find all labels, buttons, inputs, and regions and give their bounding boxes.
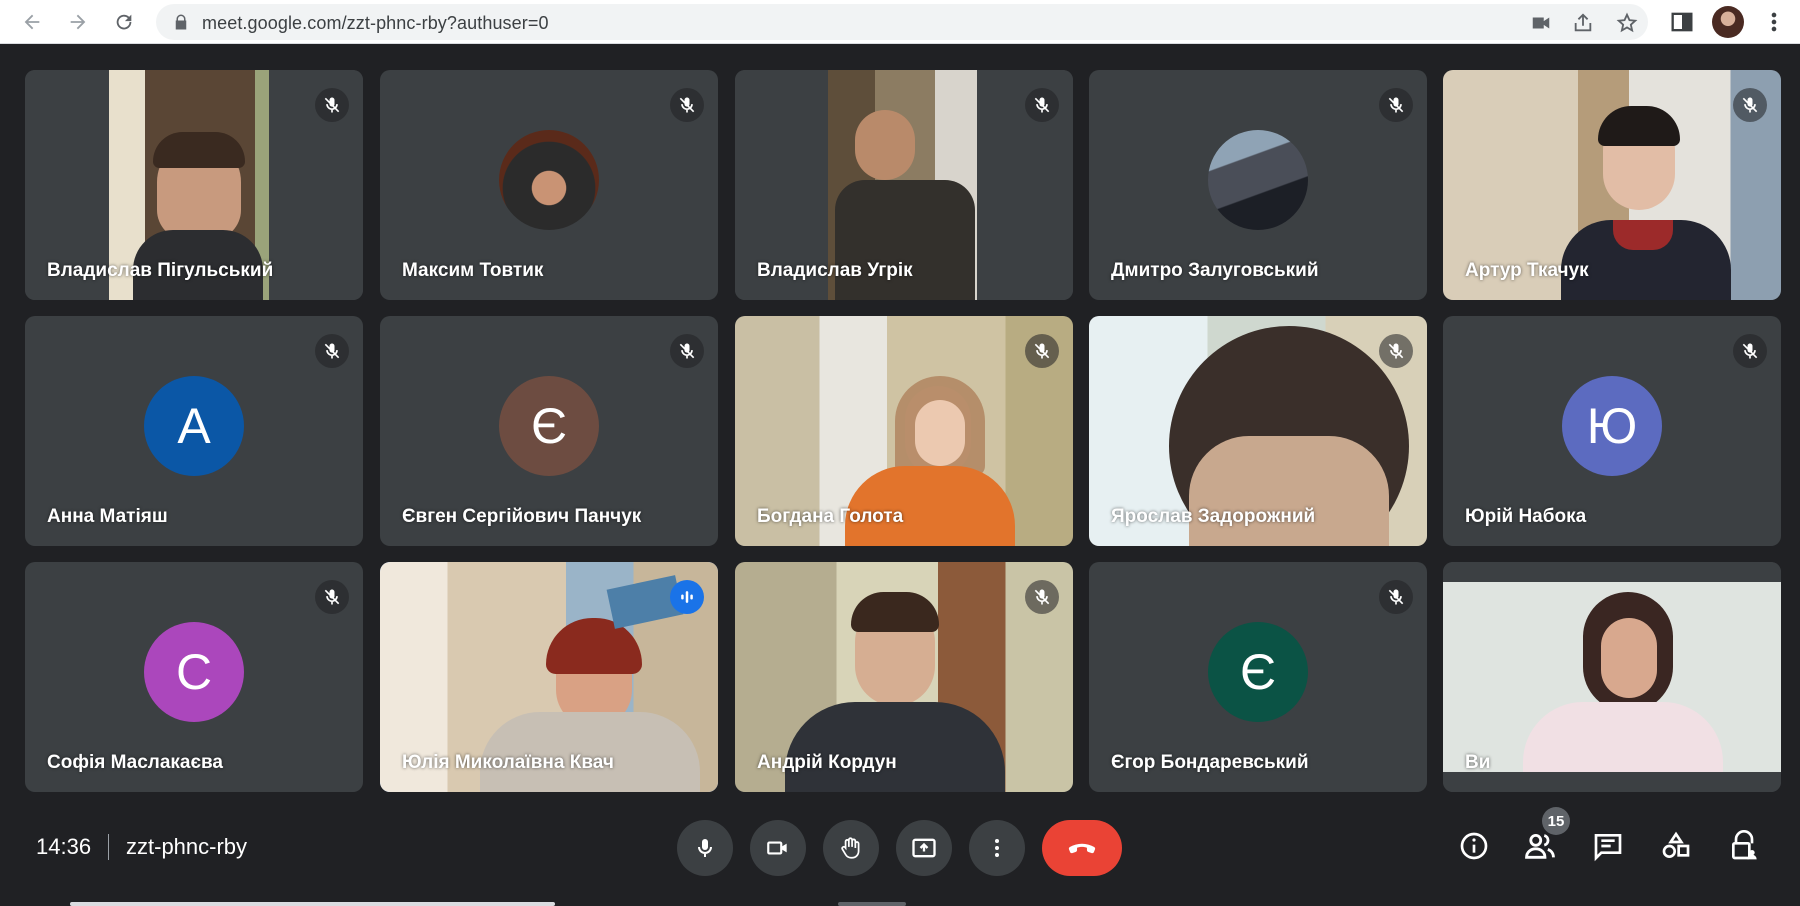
mic-off-icon bbox=[1379, 88, 1413, 122]
participant-photo bbox=[1208, 130, 1308, 231]
call-end-icon bbox=[1068, 843, 1096, 854]
participant-avatar: Є bbox=[1208, 622, 1308, 723]
participant-name: Богдана Голота bbox=[757, 506, 904, 527]
url-text: meet.google.com/zzt-phnc-rby?authuser=0 bbox=[202, 13, 549, 33]
host-controls-button[interactable] bbox=[1726, 828, 1762, 864]
participant-name: Софія Маслакаєва bbox=[47, 752, 223, 773]
participant-tile-self[interactable]: Ви bbox=[1443, 562, 1781, 792]
mic-off-icon bbox=[1379, 334, 1413, 368]
divider bbox=[108, 834, 109, 860]
participant-tile[interactable]: Є Євген Сергійович Панчук bbox=[380, 316, 718, 546]
scrollbar-thumb[interactable] bbox=[838, 902, 906, 906]
horizontal-scrollbar[interactable] bbox=[70, 902, 555, 906]
participant-name: Ви bbox=[1465, 752, 1491, 773]
mic-off-icon bbox=[670, 88, 704, 122]
participant-name: Артур Ткачук bbox=[1465, 260, 1589, 281]
mic-off-icon bbox=[1025, 580, 1059, 614]
participant-name: Ярослав Задорожний bbox=[1111, 506, 1316, 527]
participant-tile[interactable]: A Анна Матіяш bbox=[25, 316, 363, 546]
lock-icon[interactable] bbox=[172, 13, 190, 31]
lock-person-icon bbox=[1732, 830, 1757, 860]
mic-off-icon bbox=[1025, 88, 1059, 122]
address-bar[interactable]: meet.google.com/zzt-phnc-rby?authuser=0 bbox=[156, 4, 1648, 40]
participant-tile-speaking[interactable]: Юлія Миколаївна Квач bbox=[380, 562, 718, 792]
mic-button[interactable] bbox=[677, 820, 733, 876]
bookmark-star-icon[interactable] bbox=[1616, 12, 1638, 34]
participant-photo bbox=[499, 130, 599, 231]
mic-off-icon bbox=[1025, 334, 1059, 368]
activities-button[interactable] bbox=[1658, 828, 1694, 864]
participant-name: Дмитро Залуговський bbox=[1111, 260, 1319, 281]
participant-tile[interactable]: Ярослав Задорожний bbox=[1089, 316, 1427, 546]
participant-tile[interactable]: Богдана Голота bbox=[735, 316, 1073, 546]
chat-button[interactable] bbox=[1590, 828, 1626, 864]
participant-name: Єгор Бондаревський bbox=[1111, 752, 1309, 773]
mic-off-icon bbox=[1379, 580, 1413, 614]
leave-call-button[interactable] bbox=[1042, 820, 1122, 876]
present-screen-button[interactable] bbox=[896, 820, 952, 876]
profile-avatar[interactable] bbox=[1712, 6, 1744, 38]
participant-avatar: Ю bbox=[1562, 376, 1662, 477]
participant-name: Юлія Миколаївна Квач bbox=[402, 752, 614, 773]
participants-count-badge: 15 bbox=[1542, 807, 1570, 835]
mic-off-icon bbox=[315, 88, 349, 122]
forward-icon[interactable] bbox=[64, 8, 92, 36]
mic-off-icon bbox=[315, 580, 349, 614]
more-vert-icon[interactable] bbox=[1760, 8, 1788, 36]
participant-name: Владислав Угрік bbox=[757, 260, 913, 281]
participant-name: Євген Сергійович Панчук bbox=[402, 506, 642, 527]
back-icon[interactable] bbox=[18, 8, 46, 36]
meeting-controls-bar: 14:36 zzt-phnc-rby 15 bbox=[0, 800, 1800, 906]
hand-icon bbox=[841, 837, 860, 859]
participant-tile[interactable]: Ю Юрій Набока bbox=[1443, 316, 1781, 546]
chat-icon bbox=[1594, 834, 1622, 862]
participant-tile[interactable]: Максим Товтик bbox=[380, 70, 718, 300]
participant-tile[interactable]: Дмитро Залуговський bbox=[1089, 70, 1427, 300]
participant-avatar: Є bbox=[499, 376, 599, 477]
speaking-indicator-icon bbox=[670, 580, 704, 614]
mic-off-icon bbox=[1733, 88, 1767, 122]
meeting-clock: 14:36 bbox=[36, 834, 92, 859]
participant-tile[interactable]: Є Єгор Бондаревський bbox=[1089, 562, 1427, 792]
camera-indicator-icon[interactable] bbox=[1530, 12, 1552, 34]
share-icon[interactable] bbox=[1572, 12, 1594, 34]
participant-name: Владислав Пігульський bbox=[47, 260, 274, 281]
participant-tile[interactable]: С Софія Маслакаєва bbox=[25, 562, 363, 792]
present-icon bbox=[912, 838, 936, 858]
participant-name: Максим Товтик bbox=[402, 260, 544, 281]
participant-tile[interactable]: Артур Ткачук bbox=[1443, 70, 1781, 300]
participant-tile[interactable]: Андрій Кордун bbox=[735, 562, 1073, 792]
mic-off-icon bbox=[315, 334, 349, 368]
participant-name: Андрій Кордун bbox=[757, 752, 897, 773]
participant-name: Анна Матіяш bbox=[47, 506, 168, 527]
browser-toolbar: meet.google.com/zzt-phnc-rby?authuser=0 bbox=[0, 0, 1800, 44]
meeting-code: zzt-phnc-rby bbox=[126, 834, 248, 859]
shapes-icon bbox=[1662, 831, 1690, 858]
participant-tile[interactable]: Владислав Угрік bbox=[735, 70, 1073, 300]
info-icon bbox=[1460, 832, 1488, 860]
participant-video bbox=[1443, 562, 1781, 792]
more-options-button[interactable] bbox=[969, 820, 1025, 876]
more-vert-icon bbox=[995, 839, 999, 857]
raise-hand-button[interactable] bbox=[823, 820, 879, 876]
mic-off-icon bbox=[1733, 334, 1767, 368]
mic-icon bbox=[698, 839, 712, 857]
side-panel-icon[interactable] bbox=[1668, 8, 1696, 36]
participant-name: Юрій Набока bbox=[1465, 506, 1587, 527]
reload-icon[interactable] bbox=[110, 8, 138, 36]
videocam-icon bbox=[767, 841, 787, 855]
participant-tile[interactable]: Владислав Пігульський bbox=[25, 70, 363, 300]
meeting-details-button[interactable] bbox=[1456, 828, 1492, 864]
participant-avatar: A bbox=[144, 376, 244, 477]
camera-button[interactable] bbox=[750, 820, 806, 876]
participant-avatar: С bbox=[144, 622, 244, 723]
mic-off-icon bbox=[670, 334, 704, 368]
